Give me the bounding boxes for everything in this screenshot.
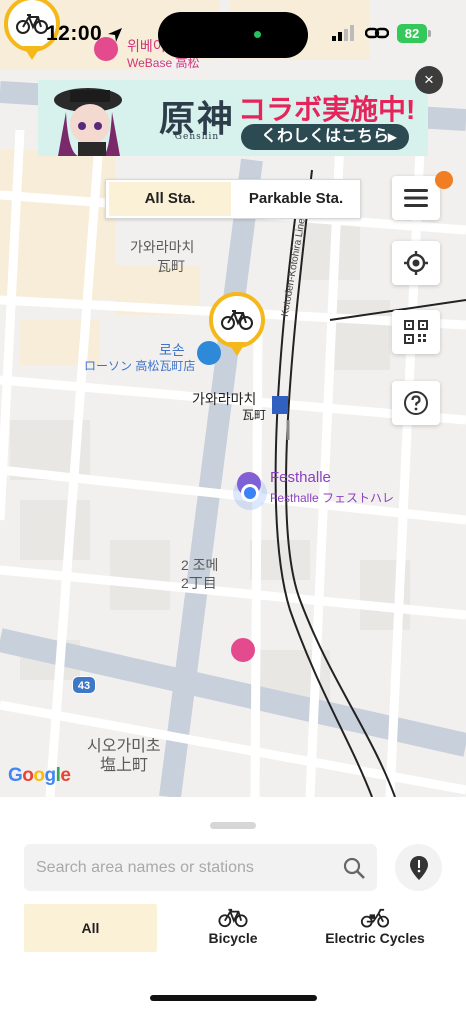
tab-bicycle[interactable]: Bicycle	[183, 904, 283, 952]
map-label-kawaramachi-ja: 瓦町	[157, 258, 185, 274]
poi-festhalle[interactable]: Festhalle	[270, 469, 331, 486]
crosshair-icon	[404, 251, 428, 275]
current-location-dot	[241, 484, 259, 502]
location-arrow-icon	[108, 28, 122, 42]
map-label-nichome: 2 조메	[181, 557, 219, 573]
toggle-parkable-stations[interactable]: Parkable Sta.	[231, 180, 361, 218]
map-pin-icon	[410, 856, 428, 880]
character-illustration	[54, 88, 122, 156]
map-label-shiogamicho-ja: 塩上町	[100, 757, 149, 774]
promo-banner[interactable]: 原神 Genshin コラボ実施中! くわしくはこちら ▶	[38, 80, 428, 156]
google-logo: Google	[8, 765, 71, 786]
bicycle-icon	[218, 908, 248, 928]
notification-dot	[435, 171, 453, 189]
hamburger-icon	[404, 189, 428, 207]
search-icon[interactable]	[342, 856, 366, 880]
home-indicator[interactable]	[150, 995, 317, 1001]
battery-indicator: 82	[397, 24, 427, 43]
poi-lawson-ja: ローソン 高松瓦町店	[84, 359, 196, 373]
tab-electric-cycles[interactable]: Electric Cycles	[315, 904, 435, 952]
link-icon	[365, 27, 389, 39]
electric-bicycle-icon	[360, 908, 390, 928]
station-filter-toggle: All Sta. Parkable Sta.	[105, 179, 361, 219]
close-banner-button[interactable]: ×	[415, 66, 443, 94]
route-shield: 43	[72, 676, 96, 694]
status-time: 12:00	[46, 22, 103, 45]
qr-code-icon	[404, 320, 428, 344]
question-icon	[404, 391, 428, 415]
map-label-nichome-ja: 2丁目	[181, 575, 217, 591]
dynamic-island	[158, 12, 308, 58]
convenience-store-icon[interactable]	[197, 341, 221, 365]
camera-indicator	[254, 31, 261, 38]
search-box[interactable]	[24, 844, 377, 891]
bottom-sheet: All Bicycle Electric Cycles	[0, 797, 466, 1010]
chevron-right-icon: ▶	[387, 130, 397, 144]
hotel-icon[interactable]	[231, 638, 255, 662]
status-bar: 12:00 82	[0, 0, 466, 70]
train-station-icon	[272, 396, 288, 414]
nearby-pin-button[interactable]	[395, 844, 442, 891]
station-label-kawaramachi-ja: 瓦町	[242, 408, 267, 422]
battery-tip	[428, 30, 431, 37]
banner-headline: コラボ実施中!	[238, 94, 416, 125]
help-button[interactable]	[392, 381, 440, 425]
signal-icon	[332, 25, 354, 41]
tab-bicycle-label: Bicycle	[208, 930, 258, 946]
menu-button[interactable]	[392, 176, 440, 220]
bicycle-icon	[221, 310, 253, 330]
sheet-drag-handle[interactable]	[210, 822, 256, 829]
locate-me-button[interactable]	[392, 241, 440, 285]
toggle-all-stations[interactable]: All Sta.	[109, 182, 231, 216]
game-logo: 原神 Genshin	[158, 98, 235, 142]
tab-all[interactable]: All	[24, 904, 157, 952]
search-input[interactable]	[36, 844, 336, 891]
qr-scan-button[interactable]	[392, 310, 440, 354]
poi-festhalle-ja: Festhalle フェストハレ	[270, 491, 395, 505]
map-label-kawaramachi: 가와라마치	[130, 239, 195, 255]
tab-electric-cycles-label: Electric Cycles	[325, 930, 425, 946]
banner-details-button[interactable]: くわしくはこちら ▶	[241, 124, 409, 150]
